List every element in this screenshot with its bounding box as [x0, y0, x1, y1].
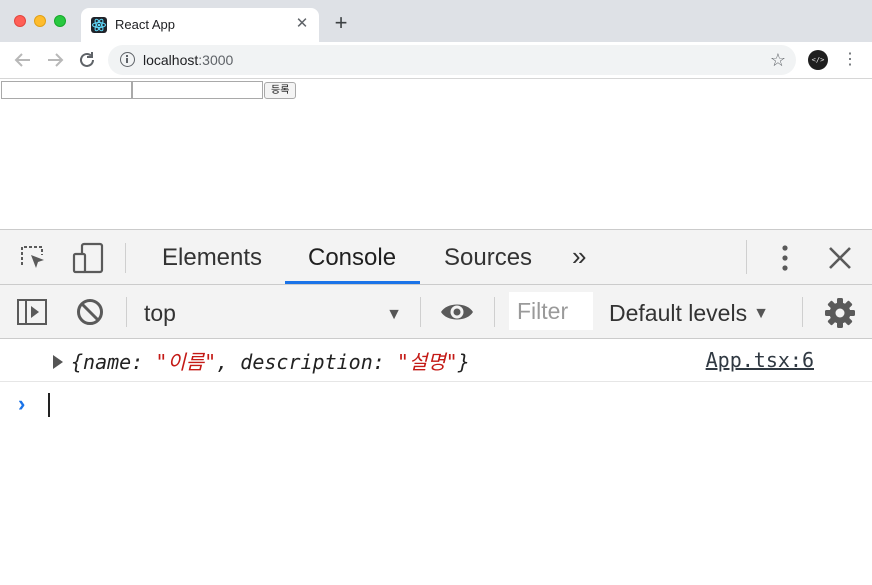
property-key-name: name	[83, 350, 132, 374]
toolbar-divider	[494, 297, 495, 327]
new-tab-button[interactable]: +	[330, 12, 352, 34]
maximize-window-button[interactable]	[54, 15, 66, 27]
property-key-description: description	[240, 350, 373, 374]
chevron-down-icon: ▼	[753, 305, 769, 322]
browser-toolbar: localhost:3000 ☆ </> ⋮	[0, 42, 872, 79]
reload-icon[interactable]	[75, 48, 99, 72]
toolbar-divider	[126, 297, 127, 327]
browser-tab[interactable]: React App ✕	[81, 8, 319, 42]
text-cursor	[48, 393, 50, 417]
context-select[interactable]: top ▼	[144, 299, 406, 327]
console-toolbar: top ▼ Filter Default levels ▼	[0, 285, 872, 339]
console-settings-gear-icon[interactable]	[824, 297, 856, 334]
tab-elements[interactable]: Elements	[162, 244, 262, 272]
extension-icon[interactable]: </>	[808, 50, 828, 70]
console-prompt[interactable]: ›	[0, 383, 872, 423]
console-log-entry: {name: "이름", description: "설명"} App.tsx:…	[0, 340, 872, 382]
context-value: top	[144, 300, 176, 326]
close-window-button[interactable]	[14, 15, 26, 27]
url-port: :3000	[198, 52, 234, 68]
bookmark-star-icon[interactable]: ☆	[770, 50, 786, 70]
minimize-window-button[interactable]	[34, 15, 46, 27]
register-button[interactable]: 등록	[264, 82, 297, 99]
device-toolbar-icon[interactable]	[72, 242, 104, 279]
tab-sources[interactable]: Sources	[444, 244, 532, 272]
chevron-down-icon: ▼	[386, 306, 402, 323]
devtools-panel: Elements Console Sources » top ▼ Filter …	[0, 229, 872, 585]
object-preview[interactable]: {name: "이름", description: "설명"}	[71, 350, 470, 374]
source-location-link[interactable]: App.tsx:6	[706, 348, 814, 372]
devtools-menu-icon[interactable]	[775, 243, 795, 278]
browser-tab-strip: React App ✕ +	[0, 0, 872, 42]
tab-close-icon[interactable]: ✕	[293, 15, 311, 33]
console-filter-input[interactable]: Filter	[509, 292, 593, 330]
property-value-description: "설명"	[396, 350, 458, 374]
show-sidebar-icon[interactable]	[16, 297, 48, 332]
url-host: localhost	[143, 52, 199, 68]
react-logo-icon	[91, 17, 107, 33]
name-input[interactable]	[1, 81, 132, 99]
close-brace: }	[457, 350, 470, 374]
toolbar-divider	[125, 243, 126, 273]
property-value-name: "이름"	[155, 350, 217, 374]
prompt-chevron-icon: ›	[18, 391, 26, 416]
devtools-tab-bar: Elements Console Sources »	[0, 230, 872, 285]
toolbar-divider	[802, 297, 803, 327]
close-devtools-icon[interactable]	[826, 244, 854, 277]
address-bar[interactable]: localhost:3000 ☆	[108, 45, 796, 75]
active-tab-indicator	[285, 281, 420, 284]
toolbar-divider	[420, 297, 421, 327]
tab-title: React App	[115, 17, 175, 32]
tab-console[interactable]: Console	[308, 244, 396, 272]
description-input[interactable]	[132, 81, 263, 99]
clear-console-icon[interactable]	[75, 297, 105, 332]
log-levels-label: Default levels	[609, 300, 748, 326]
more-tabs-chevron-icon[interactable]: »	[572, 242, 586, 270]
log-levels-dropdown[interactable]: Default levels ▼	[609, 299, 769, 328]
open-brace: {	[71, 350, 84, 374]
forward-arrow-icon[interactable]	[43, 48, 67, 72]
browser-menu-icon[interactable]: ⋮	[842, 50, 858, 70]
inspect-element-icon[interactable]	[18, 243, 48, 278]
back-arrow-icon[interactable]	[11, 48, 35, 72]
page-content: 등록	[0, 79, 872, 229]
toolbar-divider	[746, 240, 747, 274]
expand-triangle-icon[interactable]	[53, 355, 63, 369]
site-info-icon[interactable]	[120, 52, 135, 67]
live-expression-eye-icon[interactable]	[439, 299, 475, 330]
url-text: localhost:3000	[143, 52, 233, 68]
